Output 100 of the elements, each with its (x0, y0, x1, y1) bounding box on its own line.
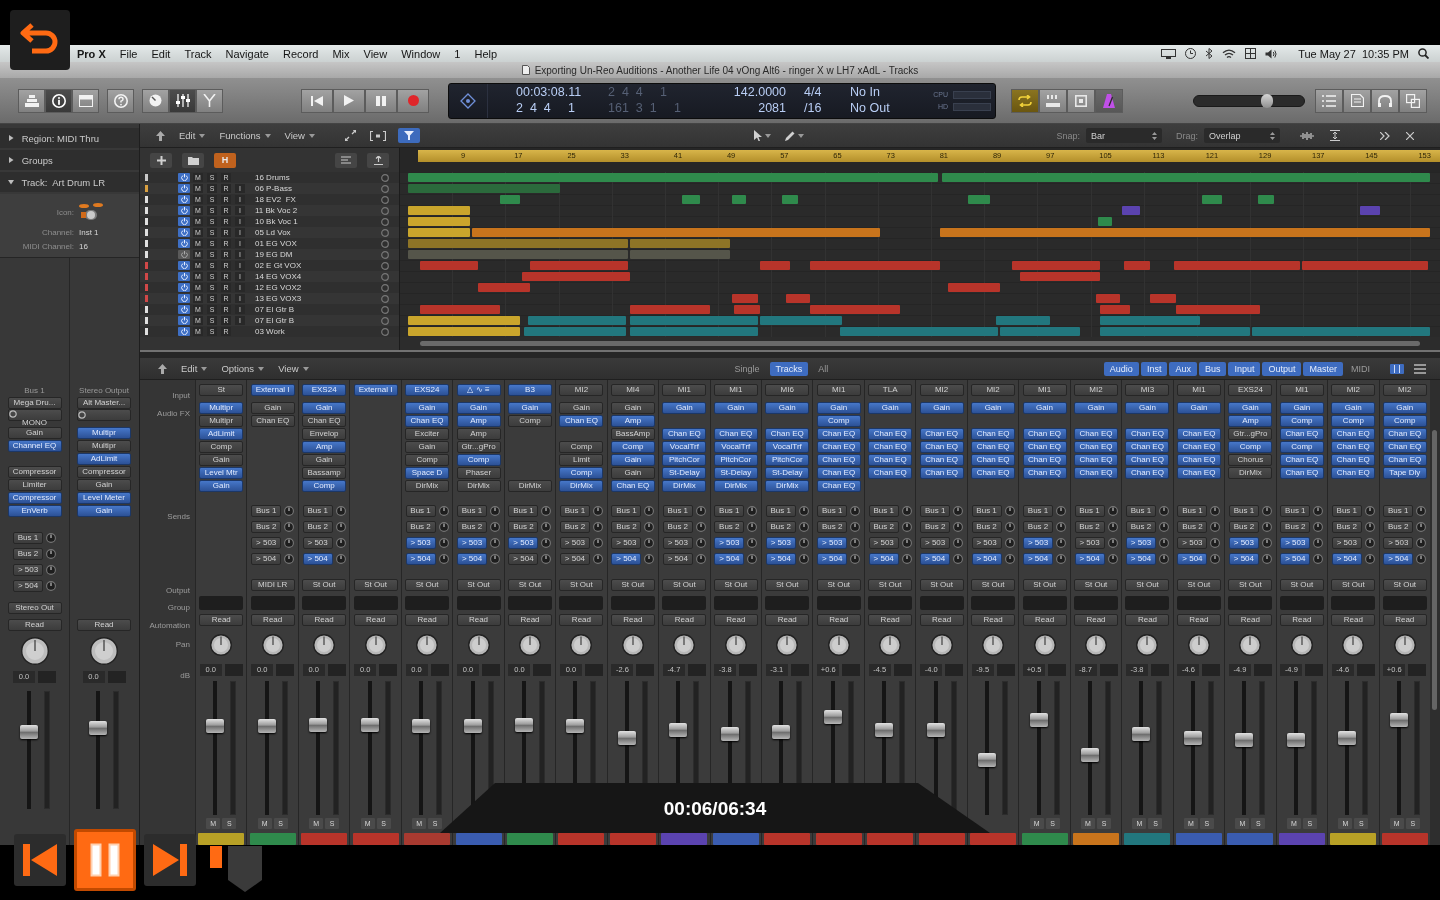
input-slot[interactable]: MI1 (662, 384, 707, 396)
output-slot[interactable]: St Out (662, 579, 707, 591)
plugin-slot[interactable]: Comp (405, 454, 450, 466)
send-slot[interactable]: Bus 2 (920, 521, 951, 533)
send-knob-icon[interactable] (1056, 538, 1067, 548)
plugin-slot[interactable]: Chan EQ (1074, 441, 1118, 453)
send-knob-icon[interactable] (541, 554, 552, 564)
plugin-slot[interactable]: Chan EQ (1176, 441, 1221, 453)
plugin-slot[interactable]: VocalTrf (662, 441, 707, 453)
plugin-slot[interactable]: Gain (302, 402, 347, 414)
send-knob-icon[interactable] (438, 554, 449, 564)
plugin-slot[interactable]: PitchCor (713, 454, 758, 466)
menu-item[interactable]: Help (469, 47, 503, 60)
send-slot[interactable]: > 503 (1383, 537, 1414, 549)
input-slot[interactable]: MI1 (1279, 384, 1324, 396)
plugin-slot[interactable]: Multipr (77, 440, 131, 452)
send-slot[interactable]: > 504 (1280, 553, 1311, 565)
input-slot[interactable]: EXS24 (302, 384, 347, 396)
input-slot[interactable]: B3 (507, 384, 552, 396)
send-knob-icon[interactable] (592, 506, 603, 516)
fader-handle[interactable] (1132, 726, 1151, 741)
send-slot[interactable]: Bus 1 (457, 505, 487, 517)
plugin-slot[interactable]: Chan EQ (1074, 454, 1118, 466)
disclosure-icon[interactable] (8, 179, 14, 185)
send-slot[interactable]: > 503 (1023, 537, 1054, 549)
splitter-bar[interactable] (140, 350, 1440, 358)
output-slot[interactable]: St Out (1125, 579, 1170, 591)
slider-thumb[interactable] (1260, 93, 1273, 108)
disclosure-icon[interactable] (8, 157, 14, 163)
plugin-slot[interactable]: Chan EQ (1331, 441, 1376, 453)
plugin-slot[interactable]: Gain (77, 479, 131, 491)
send-knob-icon[interactable] (1313, 522, 1324, 532)
send-knob-icon[interactable] (1004, 538, 1015, 548)
output-slot[interactable]: St Out (405, 579, 450, 591)
send-slot[interactable]: > 503 (611, 537, 642, 549)
send-slot[interactable]: Bus 1 (559, 505, 590, 517)
automation-slot[interactable]: Read (456, 614, 501, 626)
plugin-slot[interactable]: DirMix (765, 480, 810, 492)
plugin-slot[interactable]: Gain (765, 402, 810, 414)
menu-item[interactable]: Mix (327, 47, 355, 60)
automation-slot[interactable]: Read (1228, 614, 1273, 626)
send-knob-icon[interactable] (1158, 506, 1169, 516)
send-slot[interactable]: > 504 (1331, 553, 1362, 565)
send-slot[interactable]: Bus 1 (1331, 505, 1362, 517)
output-slot[interactable]: MIDI LR (250, 579, 295, 591)
plugin-slot[interactable]: Gain (610, 454, 655, 466)
plugin-slot[interactable]: DirMix (662, 480, 707, 492)
send-slot[interactable]: > 503 (405, 537, 436, 549)
fader-handle[interactable] (926, 723, 945, 737)
plugin-slot[interactable]: Chan EQ (919, 467, 964, 479)
cross-icon[interactable] (1406, 131, 1414, 140)
plugin-slot[interactable]: Gain (77, 505, 131, 517)
plugin-slot[interactable]: Level Mtr (199, 467, 244, 479)
send-knob-icon[interactable] (695, 554, 706, 564)
input-slot[interactable]: MI1 (713, 384, 758, 396)
send-knob-icon[interactable] (592, 538, 603, 548)
plugin-slot[interactable]: Comp (1228, 441, 1273, 453)
plugin-slot[interactable]: Tape Dly (1382, 467, 1427, 479)
send-slot[interactable]: Bus 2 (1280, 521, 1311, 533)
wifi-icon[interactable] (1222, 48, 1237, 59)
pan-knob-icon[interactable] (827, 634, 850, 656)
send-slot[interactable]: Bus 1 (1177, 505, 1208, 517)
send-slot[interactable]: Bus 2 (13, 548, 43, 560)
format-button[interactable] (77, 409, 131, 421)
send-slot[interactable]: > 504 (1023, 553, 1054, 565)
output-slot[interactable]: St Out (1176, 579, 1221, 591)
previous-button[interactable] (14, 834, 66, 886)
send-slot[interactable]: Bus 1 (1074, 505, 1105, 517)
send-slot[interactable]: > 504 (559, 553, 590, 565)
send-slot[interactable]: Bus 1 (1023, 505, 1054, 517)
plugin-slot[interactable]: Chan EQ (1382, 428, 1427, 440)
plugin-slot[interactable]: Chan EQ (971, 428, 1016, 440)
fader-handle[interactable] (412, 719, 431, 734)
plugin-slot[interactable]: Chan EQ (1074, 428, 1118, 440)
send-knob-icon[interactable] (1056, 554, 1067, 564)
send-knob-icon[interactable] (747, 554, 758, 564)
send-knob-icon[interactable] (1416, 506, 1427, 516)
automation-slot[interactable]: Read (507, 614, 552, 626)
automation-slot[interactable]: Read (610, 614, 655, 626)
toolbar-button[interactable] (107, 88, 134, 113)
mode-button[interactable] (1067, 88, 1095, 113)
pan-knob-icon[interactable] (261, 634, 284, 656)
pan-knob-icon[interactable] (930, 634, 953, 656)
snap-dropdown[interactable]: Bar (1086, 128, 1162, 143)
send-slot[interactable]: > 503 (765, 537, 796, 549)
send-slot[interactable]: Bus 1 (920, 505, 951, 517)
output-slot[interactable]: St Out (507, 579, 552, 591)
menu-item[interactable]: Window (396, 47, 446, 60)
pause-button[interactable] (365, 88, 397, 113)
plugin-slot[interactable]: Gain (405, 441, 450, 453)
plugin-slot[interactable]: DirMix (559, 480, 604, 492)
menu-button[interactable]: Options (221, 363, 265, 374)
pan-knob-icon[interactable] (1290, 634, 1313, 656)
filter-button[interactable]: Audio (1103, 361, 1139, 376)
input-slot[interactable]: MI4 (610, 384, 655, 396)
pan-knob-icon[interactable] (570, 634, 593, 656)
chevrons-icon[interactable] (1380, 131, 1390, 140)
send-slot[interactable]: Bus 2 (1383, 521, 1414, 533)
send-slot[interactable]: > 503 (1331, 537, 1362, 549)
plugin-slot[interactable]: PitchCor (765, 454, 810, 466)
